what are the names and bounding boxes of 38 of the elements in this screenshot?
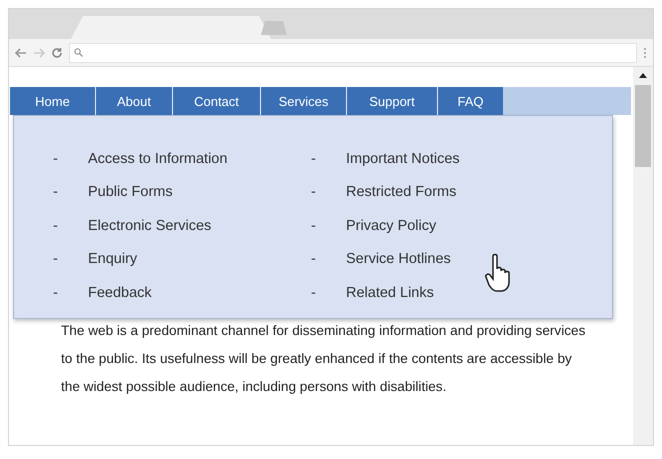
list-dash: - (311, 150, 316, 167)
list-dash: - (311, 218, 316, 234)
nav-link[interactable]: FAQ (437, 87, 503, 115)
list-dash: - (311, 184, 316, 200)
list-dash: - (53, 251, 58, 268)
scrollbar-thumb[interactable] (635, 85, 651, 167)
menu-link[interactable]: Restricted Forms (346, 184, 456, 200)
list-dash: - (53, 184, 58, 200)
forward-arrow-icon[interactable] (33, 48, 45, 58)
nav-link[interactable]: Support (346, 87, 437, 115)
menu-link[interactable]: Privacy Policy (346, 218, 436, 234)
search-icon (74, 48, 83, 57)
list-dash: - (53, 218, 58, 234)
nav-link[interactable]: Contact (172, 87, 260, 115)
scrollbar[interactable] (633, 67, 653, 445)
menu-link[interactable]: Important Notices (346, 150, 460, 167)
menu-link[interactable]: Electronic Services (88, 218, 212, 234)
body-paragraph: The web is a predominant channel for disseminating information and providing services to the public. Its usefulness will be greatly enhanced if the contents are accessible by the widest possible audience, including persons with disabilities. (60, 322, 586, 396)
menu-link[interactable]: Related Links (346, 284, 434, 301)
scroll-up-arrow-icon[interactable] (639, 73, 647, 79)
menu-link[interactable]: Access to Information (88, 150, 228, 167)
menu-link[interactable]: Enquiry (88, 251, 138, 268)
menu-link[interactable]: Service Hotlines (346, 251, 451, 268)
menu-link[interactable]: Public Forms (88, 184, 173, 200)
nav-link[interactable]: Services (260, 87, 346, 115)
list-dash: - (311, 251, 316, 268)
new-tab-button[interactable] (261, 21, 287, 35)
hand-pointer-icon (485, 253, 513, 293)
menu-link[interactable]: Feedback (88, 284, 152, 301)
list-dash: - (53, 150, 58, 167)
back-arrow-icon[interactable] (15, 48, 27, 58)
reload-icon[interactable] (51, 46, 63, 58)
address-field[interactable] (69, 42, 637, 62)
list-dash: - (311, 284, 316, 301)
nav-link[interactable]: About (95, 87, 172, 115)
nav-link[interactable]: Home (10, 87, 95, 115)
menu-icon[interactable] (643, 46, 647, 58)
list-dash: - (53, 284, 58, 301)
